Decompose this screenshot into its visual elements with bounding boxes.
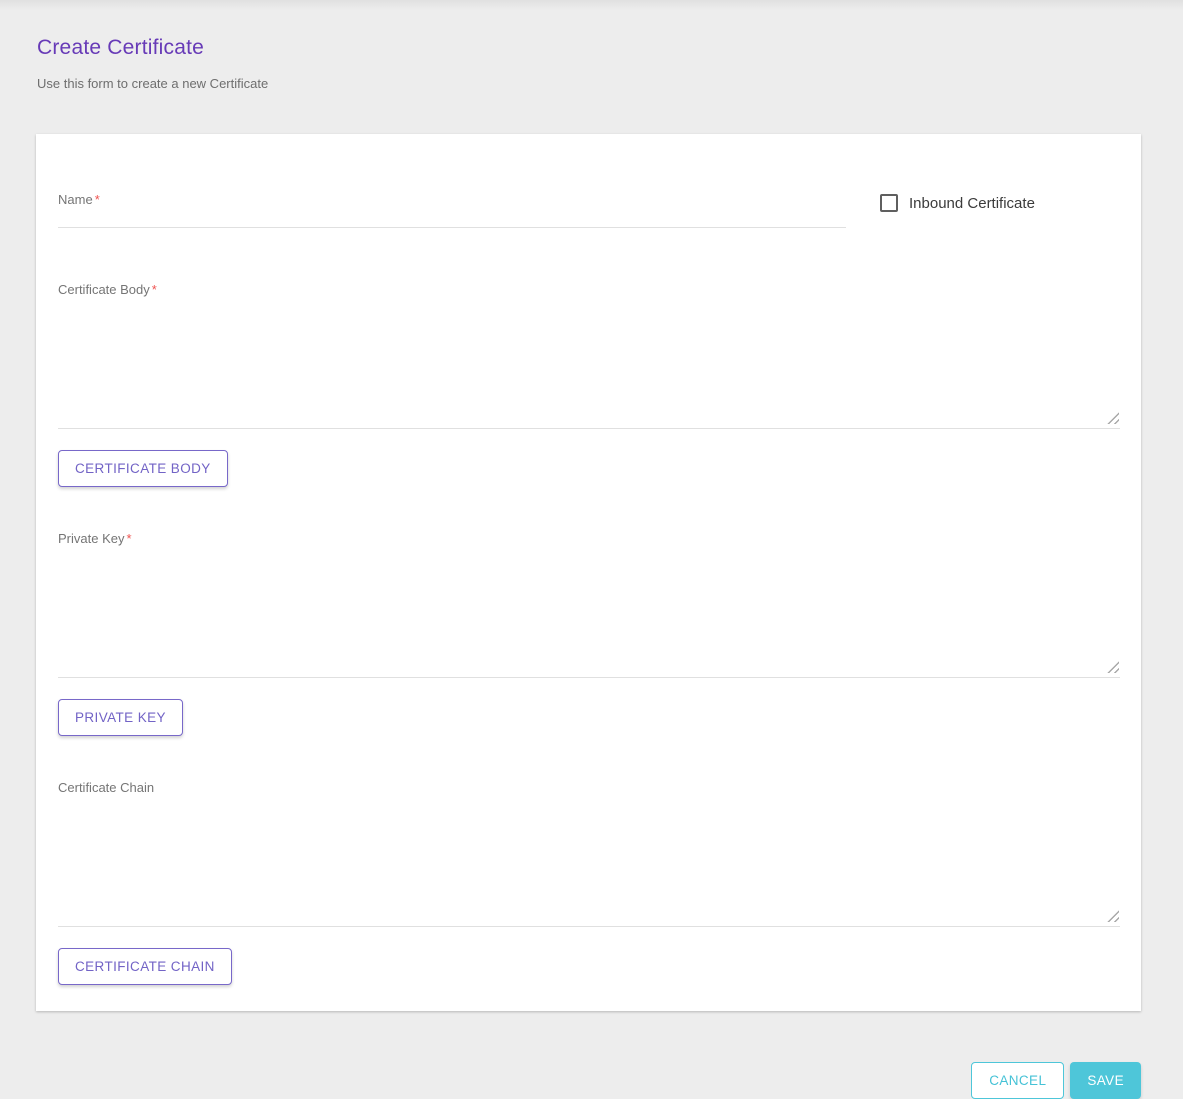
certificate-chain-label: Certificate Chain [58,780,1120,795]
cancel-button[interactable]: CANCEL [971,1062,1064,1099]
create-certificate-page: Create Certificate Use this form to crea… [0,0,1183,1099]
certificate-chain-textarea[interactable] [58,808,1120,927]
certificate-body-label: Certificate Body* [58,282,1120,297]
certificate-chain-upload-button[interactable]: CERTIFICATE CHAIN [58,948,232,985]
certificate-body-label-text: Certificate Body [58,282,150,297]
name-label-text: Name [58,192,93,207]
name-label: Name* [58,192,846,207]
page-title: Create Certificate [37,36,1141,60]
page-header: Create Certificate Use this form to crea… [36,8,1141,91]
spacer [58,228,1120,282]
private-key-textarea[interactable] [58,559,1120,678]
required-asterisk: * [126,531,131,546]
certificate-chain-label-text: Certificate Chain [58,780,154,795]
private-key-upload-button[interactable]: PRIVATE KEY [58,699,183,736]
certificate-body-textarea[interactable] [58,310,1120,429]
inbound-certificate-checkbox[interactable] [880,194,898,212]
required-asterisk: * [95,192,100,207]
required-asterisk: * [152,282,157,297]
inbound-certificate-checkbox-group[interactable]: Inbound Certificate [880,194,1035,212]
certificate-body-upload-button[interactable]: CERTIFICATE BODY [58,450,228,487]
spacer [58,736,1120,780]
private-key-label: Private Key* [58,531,1120,546]
footer-actions: CANCEL SAVE [36,1062,1141,1099]
page-subtitle: Use this form to create a new Certificat… [37,76,1141,91]
name-row: Name* Inbound Certificate [58,192,1120,228]
name-input[interactable] [58,208,846,228]
private-key-label-text: Private Key [58,531,124,546]
certificate-chain-section: Certificate Chain CERTIFICATE CHAIN [58,780,1120,985]
save-button[interactable]: SAVE [1070,1062,1141,1099]
certificate-form-card: Name* Inbound Certificate Certificate Bo… [36,134,1141,1011]
private-key-section: Private Key* PRIVATE KEY [58,531,1120,736]
certificate-chain-textarea-wrap [58,808,1120,927]
inbound-certificate-label: Inbound Certificate [909,195,1035,212]
private-key-textarea-wrap [58,559,1120,678]
certificate-body-section: Certificate Body* CERTIFICATE BODY [58,282,1120,487]
certificate-body-textarea-wrap [58,310,1120,429]
name-field: Name* [58,192,846,228]
spacer [58,487,1120,531]
